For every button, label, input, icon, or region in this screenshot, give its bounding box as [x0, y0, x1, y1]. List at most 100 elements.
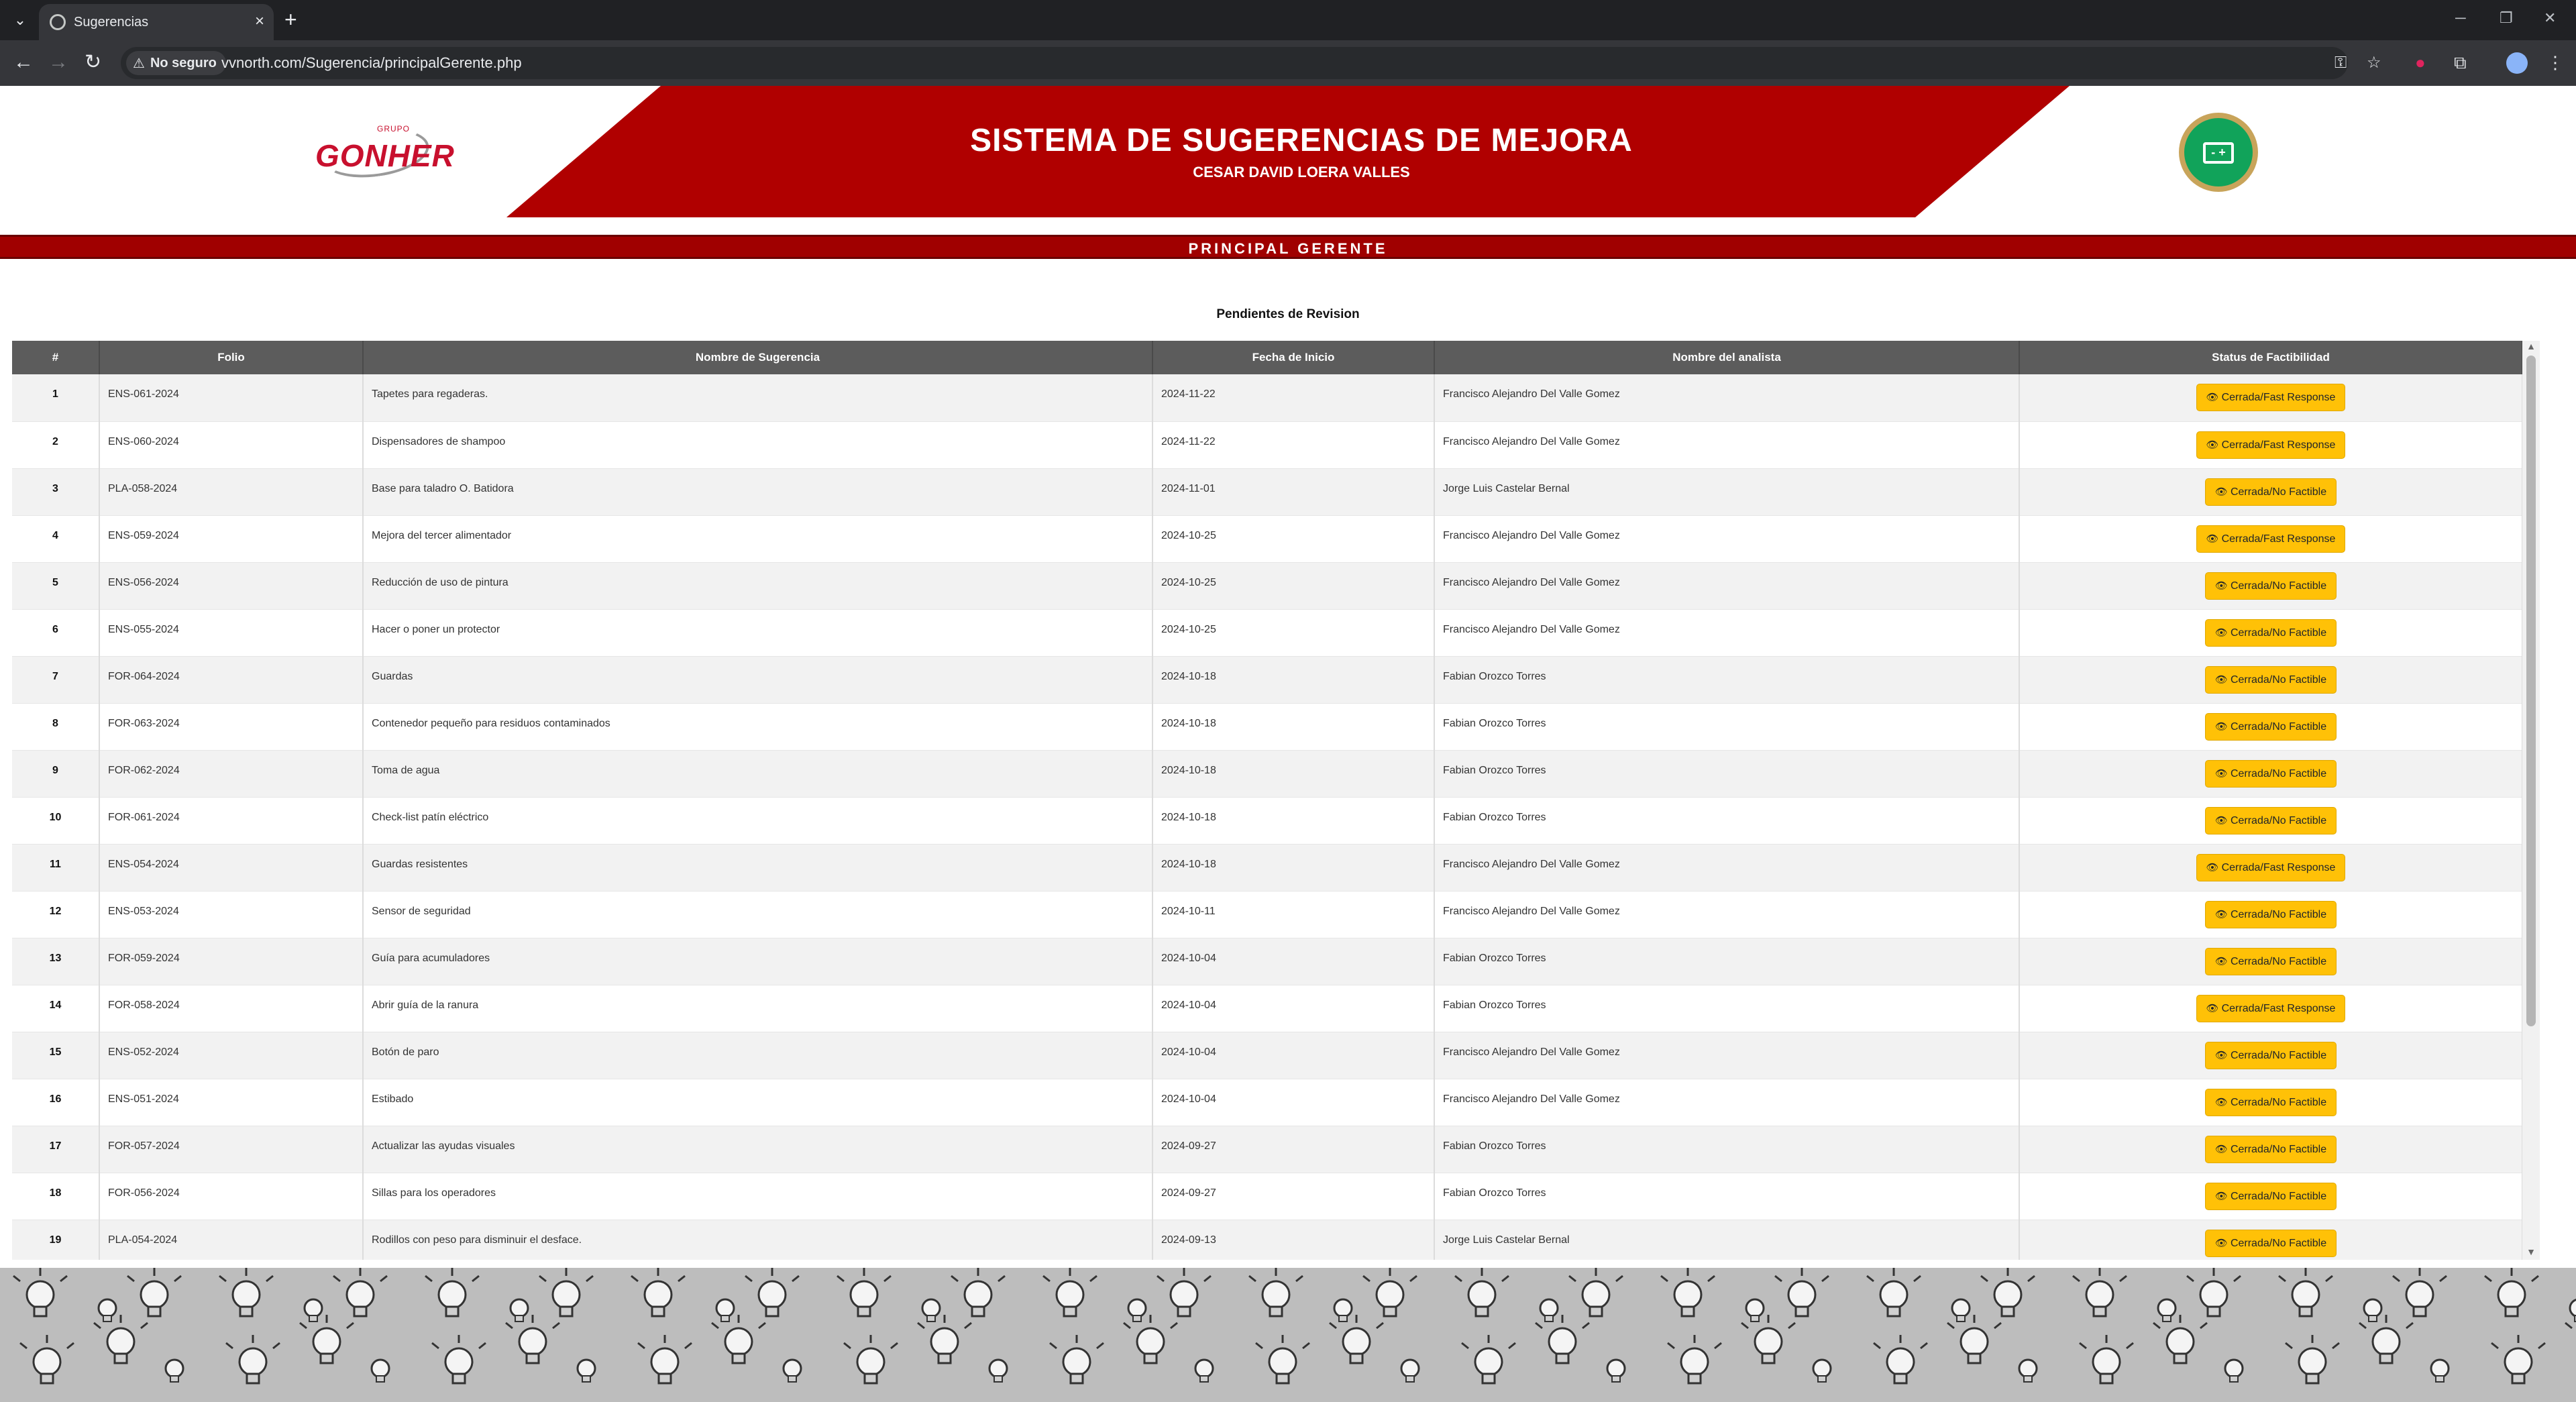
- forward-arrow-icon[interactable]: →: [48, 51, 68, 74]
- table-row: 14 FOR-058-2024 Abrir guía de la ranura 202…: [12, 985, 2523, 1032]
- column-header-folio[interactable]: Folio: [99, 341, 364, 374]
- lightbulb-icon: [1194, 1358, 1214, 1383]
- status-button[interactable]: 👁 Cerrada/No Factible: [2204, 1182, 2337, 1210]
- status-button[interactable]: 👁 Cerrada/Fast Response: [2196, 525, 2346, 553]
- row-suggestion-name: Botón de paro: [363, 1032, 1153, 1079]
- table-row: 16 ENS-051-2024 Estibado 2024-10-04 Francisc…: [12, 1079, 2523, 1126]
- row-number: 4: [12, 515, 100, 563]
- window-restore-icon[interactable]: ❐: [2500, 8, 2513, 28]
- lightbulb-icon: [2157, 1298, 2177, 1323]
- scroll-down-arrow-icon[interactable]: ▼: [2522, 1246, 2540, 1257]
- table-scrollbar[interactable]: ▲ ▼: [2522, 341, 2540, 1260]
- column-header-number[interactable]: #: [12, 341, 100, 374]
- address-bar[interactable]: ⚠ No seguro vvnorth.com/Sugerencia/princ…: [121, 47, 2381, 79]
- status-button[interactable]: 👁 Cerrada/Fast Response: [2196, 384, 2346, 411]
- new-tab-plus-icon[interactable]: +: [284, 8, 297, 31]
- status-button[interactable]: 👁 Cerrada/No Factible: [2204, 665, 2337, 694]
- status-label: Cerrada/No Factible: [2230, 1049, 2327, 1061]
- password-key-icon[interactable]: ⚿: [2334, 52, 2347, 74]
- row-start-date: 2024-10-04: [1152, 985, 1435, 1032]
- status-button[interactable]: 👁 Cerrada/No Factible: [2204, 712, 2337, 741]
- back-arrow-icon[interactable]: ←: [13, 51, 34, 74]
- status-button[interactable]: 👁 Cerrada/No Factible: [2204, 1135, 2337, 1163]
- gonher-logo: GRUPO GONHER: [315, 122, 454, 184]
- url-text[interactable]: vvnorth.com/Sugerencia/principalGerente.…: [221, 54, 522, 72]
- lightbulb-icon: [431, 1334, 487, 1385]
- reload-icon[interactable]: ↻: [85, 51, 101, 74]
- tab-search-chevron-icon[interactable]: ⌄: [8, 8, 32, 32]
- row-analyst-name: Jorge Luis Castelar Bernal: [1434, 468, 2020, 516]
- browser-tab-active[interactable]: Sugerencias ×: [39, 4, 274, 40]
- lightbulb-icon: [1951, 1298, 1971, 1323]
- row-start-date: 2024-11-22: [1152, 421, 1435, 469]
- status-button[interactable]: 👁 Cerrada/No Factible: [2204, 1229, 2337, 1257]
- scroll-thumb[interactable]: [2526, 356, 2536, 1026]
- row-analyst-name: Francisco Alejandro Del Valle Gomez: [1434, 374, 2020, 422]
- status-button[interactable]: 👁 Cerrada/Fast Response: [2196, 853, 2346, 881]
- status-label: Cerrada/No Factible: [2230, 767, 2327, 779]
- row-number: 1: [12, 374, 100, 422]
- lightbulb-icon: [126, 1268, 182, 1317]
- status-label: Cerrada/No Factible: [2230, 673, 2327, 686]
- window-minimize-icon[interactable]: ─: [2455, 8, 2466, 28]
- profile-avatar[interactable]: [2506, 52, 2528, 74]
- status-button[interactable]: 👁 Cerrada/No Factible: [2204, 478, 2337, 506]
- lightbulb-icon: [1254, 1334, 1311, 1385]
- column-header-nombre[interactable]: Nombre de Sugerencia: [363, 341, 1153, 374]
- row-start-date: 2024-09-13: [1152, 1220, 1435, 1260]
- lightbulb-icon: [2186, 1268, 2242, 1317]
- row-status-cell: 👁 Cerrada/No Factible: [2019, 562, 2523, 610]
- status-button[interactable]: 👁 Cerrada/Fast Response: [2196, 431, 2346, 459]
- status-button[interactable]: 👁 Cerrada/No Factible: [2204, 1041, 2337, 1069]
- eye-icon: 👁: [2206, 392, 2219, 403]
- row-number: 13: [12, 938, 100, 985]
- status-button[interactable]: 👁 Cerrada/No Factible: [2204, 759, 2337, 788]
- status-button[interactable]: 👁 Cerrada/No Factible: [2204, 1088, 2337, 1116]
- lightbulb-icon: [2224, 1358, 2244, 1383]
- bookmark-star-icon[interactable]: ☆: [2367, 52, 2381, 74]
- row-suggestion-name: Estibado: [363, 1079, 1153, 1126]
- row-analyst-name: Fabian Orozco Torres: [1434, 703, 2020, 751]
- row-number: 6: [12, 609, 100, 657]
- row-status-cell: 👁 Cerrada/Fast Response: [2019, 844, 2523, 892]
- status-button[interactable]: 👁 Cerrada/No Factible: [2204, 618, 2337, 647]
- row-folio: ENS-059-2024: [99, 515, 364, 563]
- extension-icon[interactable]: ●: [2415, 51, 2426, 74]
- lightbulb-icon: [2018, 1358, 2038, 1383]
- row-start-date: 2024-10-18: [1152, 656, 1435, 704]
- lightbulb-icon: [1534, 1313, 1591, 1364]
- status-button[interactable]: 👁 Cerrada/Fast Response: [2196, 994, 2346, 1022]
- status-button[interactable]: 👁 Cerrada/No Factible: [2204, 900, 2337, 928]
- window-close-icon[interactable]: ✕: [2544, 8, 2556, 28]
- eye-icon: 👁: [2214, 486, 2228, 498]
- lightbulb-icon: [2363, 1298, 2383, 1323]
- row-number: 11: [12, 844, 100, 892]
- browser-tab-bar: ⌄ Sugerencias × + ─ ❐ ✕: [0, 0, 2576, 40]
- row-number: 8: [12, 703, 100, 751]
- scroll-up-arrow-icon[interactable]: ▲: [2522, 341, 2540, 352]
- row-status-cell: 👁 Cerrada/No Factible: [2019, 1079, 2523, 1126]
- lightbulb-icon: [1156, 1268, 1212, 1317]
- extensions-puzzle-icon[interactable]: ⧉: [2454, 51, 2467, 74]
- row-analyst-name: Francisco Alejandro Del Valle Gomez: [1434, 891, 2020, 938]
- row-analyst-name: Francisco Alejandro Del Valle Gomez: [1434, 1079, 2020, 1126]
- status-button[interactable]: 👁 Cerrada/No Factible: [2204, 806, 2337, 834]
- status-button[interactable]: 👁 Cerrada/No Factible: [2204, 947, 2337, 975]
- lightbulb-icon: [1774, 1268, 1830, 1317]
- lightbulb-icon: [2358, 1313, 2414, 1364]
- column-header-analista[interactable]: Nombre del analista: [1434, 341, 2020, 374]
- browser-toolbar: ← → ↻ ⚠ No seguro vvnorth.com/Sugerencia…: [0, 40, 2576, 86]
- browser-menu-icon[interactable]: ⋮: [2546, 51, 2564, 74]
- column-header-fecha[interactable]: Fecha de Inicio: [1152, 341, 1435, 374]
- lightbulb-icon: [1568, 1268, 1624, 1317]
- site-security-chip[interactable]: ⚠ No seguro: [126, 51, 226, 75]
- status-button[interactable]: 👁 Cerrada/No Factible: [2204, 572, 2337, 600]
- row-status-cell: 👁 Cerrada/No Factible: [2019, 1173, 2523, 1220]
- lightbulb-icon: [950, 1268, 1006, 1317]
- row-number: 19: [12, 1220, 100, 1260]
- row-suggestion-name: Mejora del tercer alimentador: [363, 515, 1153, 563]
- column-header-status[interactable]: Status de Factibilidad: [2019, 341, 2523, 374]
- lightbulb-icon: [1042, 1268, 1098, 1317]
- lightbulb-icon: [2078, 1334, 2135, 1385]
- tab-close-icon[interactable]: ×: [255, 12, 264, 31]
